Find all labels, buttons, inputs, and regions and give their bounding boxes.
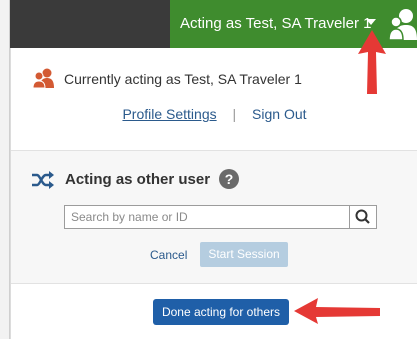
red-annotation-arrow-left: [294, 298, 380, 324]
acting-as-label[interactable]: Acting as Test, SA Traveler 1: [180, 15, 371, 32]
screenshot-frame: Acting as Test, SA Traveler 1 Currently …: [0, 0, 417, 339]
account-links: Profile Settings | Sign Out: [11, 106, 417, 122]
profile-settings-link[interactable]: Profile Settings: [122, 106, 216, 122]
link-separator: |: [232, 106, 237, 122]
help-icon[interactable]: ?: [219, 169, 239, 189]
users-icon[interactable]: [389, 7, 417, 41]
search-icon: [355, 209, 370, 224]
user-search-box: [64, 205, 377, 229]
shuffle-icon: [32, 171, 54, 189]
users-icon: [33, 68, 54, 88]
red-annotation-arrow-up: [358, 30, 386, 94]
user-search-input[interactable]: [65, 206, 347, 228]
cancel-link[interactable]: Cancel: [150, 248, 187, 262]
header-dark-area: [10, 0, 170, 48]
current-acting-text: Currently acting as Test, SA Traveler 1: [64, 71, 302, 87]
done-acting-button[interactable]: Done acting for others: [153, 299, 289, 325]
start-session-button[interactable]: Start Session: [200, 242, 288, 267]
search-button[interactable]: [349, 206, 376, 228]
acting-other-title: Acting as other user: [65, 171, 211, 188]
caret-down-icon[interactable]: [366, 19, 376, 25]
left-border: [0, 0, 10, 339]
acting-other-section: Acting as other user ? Cancel Start Sess…: [11, 150, 417, 284]
sign-out-link[interactable]: Sign Out: [252, 106, 306, 122]
